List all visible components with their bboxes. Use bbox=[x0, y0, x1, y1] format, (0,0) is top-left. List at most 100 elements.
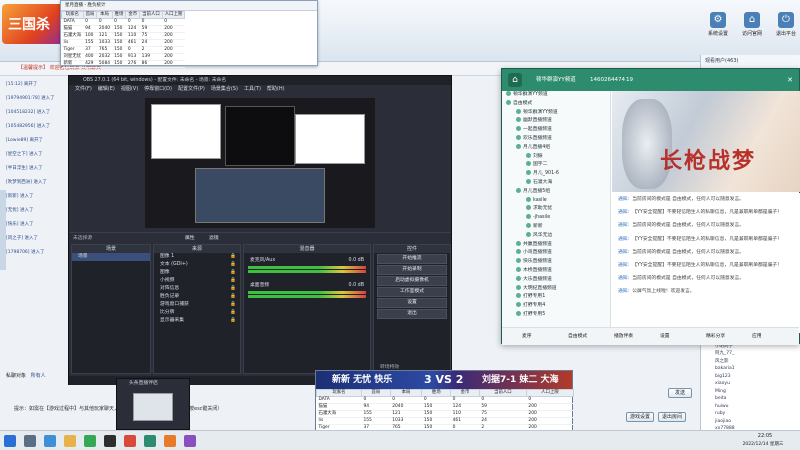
obs-menu-item[interactable]: 视图(V) bbox=[121, 86, 138, 92]
scenes-list[interactable]: 场景 bbox=[72, 253, 150, 261]
browser-icon[interactable] bbox=[44, 435, 56, 447]
mixer-channel[interactable]: 桌面音频 0.0 dB bbox=[244, 278, 370, 303]
source-item[interactable]: 小视频 🔒 bbox=[154, 277, 240, 285]
sources-list[interactable]: 图像 1 🔒 文本 (GDI+) 🔒 图像 🔒 小视频 🔒 对阵信息 🔒 胜负记录 🔒 游戏窗口捕获 🔒 比… bbox=[154, 253, 240, 325]
source-item[interactable]: 对阵信息 🔒 bbox=[154, 285, 240, 293]
channel-tree-item[interactable]: 大乐直播频道 bbox=[502, 275, 610, 285]
stats-window[interactable]: 星月直播 - 胜负统计 玩家名 首局 本局 胜场 金币 当前人口 人口上限 DATA 0 0 0 0 0… bbox=[60, 0, 318, 68]
viewer-item[interactable]: bakaria1 bbox=[701, 365, 800, 373]
channel-tree-item[interactable]: 月儿直播4组 bbox=[502, 143, 610, 153]
sources-panel[interactable]: 来源 图像 1 🔒 文本 (GDI+) 🔒 图像 🔒 小视频 🔒 对阵信息 🔒 胜负记录 🔒 游戏窗口捕… bbox=[153, 244, 241, 374]
source-item[interactable]: 胜负记录 🔒 bbox=[154, 293, 240, 301]
channel-tree-item[interactable]: 一起直播频道 bbox=[502, 126, 610, 135]
channel-tree-item[interactable]: 求助无忧 bbox=[502, 205, 610, 214]
yy-channel-tree[interactable]: 顿华群演YY频道 自由模式 顿华群演YY频道 幽默直播频道 一起直播频道 欢乐直播频道 月儿… bbox=[502, 91, 611, 331]
yy-bottom-item[interactable]: 麦序 bbox=[522, 328, 532, 346]
source-item[interactable]: 游戏窗口捕获 🔒 bbox=[154, 301, 240, 309]
channel-tree-item[interactable]: 月儿直播5组 bbox=[502, 187, 610, 197]
source-item[interactable]: 图像 1 🔒 bbox=[154, 253, 240, 261]
channel-tree-item[interactable]: 大明纪直播频道 bbox=[502, 284, 610, 294]
obs-menu-item[interactable]: 停靠窗口(D) bbox=[144, 86, 172, 92]
channel-tree-item[interactable]: 欢乐直播频道 bbox=[502, 134, 610, 144]
viewer-item[interactable]: big123 bbox=[701, 373, 800, 381]
obs-menu-item[interactable]: 配置文件(P) bbox=[178, 86, 205, 92]
channel-tree-item[interactable]: 顿华群演YY频道 bbox=[502, 108, 610, 118]
channel-tree-item[interactable]: -jhasile bbox=[502, 214, 610, 223]
yy-bottom-item[interactable]: 精彩分享 bbox=[706, 328, 725, 346]
yy-bottom-item[interactable]: 自由模式 bbox=[568, 328, 587, 346]
channel-tree-item[interactable]: 顿华群演YY频道 bbox=[502, 91, 610, 100]
controls-panel[interactable]: 控件 开始推流 开始录制 启动虚拟摄像机 工作室模式 设置 退出 转场特效 bbox=[373, 244, 451, 374]
control-button[interactable]: 退出 bbox=[377, 309, 447, 319]
obs-menu-item[interactable]: 工具(T) bbox=[244, 86, 261, 92]
game-btn-2[interactable]: ⏻ 退出平台 bbox=[768, 8, 800, 54]
scene-item[interactable]: 场景 bbox=[72, 253, 150, 261]
obs-taskbar-icon[interactable] bbox=[104, 435, 116, 447]
viewer-item[interactable]: 风之影 bbox=[701, 358, 800, 366]
channel-tree-item[interactable]: 月儿_901-6 bbox=[502, 170, 610, 179]
clock-time[interactable]: 22:05 bbox=[735, 433, 795, 439]
game-settings-button[interactable]: 游戏设置 bbox=[626, 412, 654, 422]
lock-icon[interactable]: 🔒 bbox=[230, 293, 236, 301]
lock-icon[interactable]: 🔒 bbox=[230, 269, 236, 277]
start-icon[interactable] bbox=[4, 435, 16, 447]
lock-icon[interactable]: 🔒 bbox=[230, 309, 236, 317]
source-item[interactable]: 比分牌 🔒 bbox=[154, 309, 240, 317]
chat-target-value[interactable]: 所有人 bbox=[31, 373, 46, 379]
viewer-item[interactable]: huiwu bbox=[701, 403, 800, 411]
lock-icon[interactable]: 🔒 bbox=[230, 285, 236, 293]
viewer-item[interactable]: ruby bbox=[701, 410, 800, 418]
properties-button[interactable]: 属性 bbox=[185, 234, 195, 241]
lock-icon[interactable]: 🔒 bbox=[230, 317, 236, 325]
filters-button[interactable]: 滤镜 bbox=[209, 234, 219, 241]
channel-tree-item[interactable]: 幽默直播频道 bbox=[502, 117, 610, 126]
exit-room-button[interactable]: 退出房间 bbox=[658, 412, 686, 422]
viewer-item[interactable]: beita bbox=[701, 395, 800, 403]
obs-menu-item[interactable]: 帮助(H) bbox=[267, 86, 285, 92]
lock-icon[interactable]: 🔒 bbox=[230, 301, 236, 309]
controls-list[interactable]: 开始推流 开始录制 启动虚拟摄像机 工作室模式 设置 退出 bbox=[374, 254, 450, 319]
viewer-item[interactable]: xiaoyu bbox=[701, 380, 800, 388]
mixer-list[interactable]: 麦克风/Aux 0.0 dB 桌面音频 0.0 dB bbox=[244, 253, 370, 303]
obs-window[interactable]: OBS 27.0.1 (64 bit, windows) - 配置文件: 未命名… bbox=[68, 75, 452, 385]
yy-home-icon[interactable]: ⌂ bbox=[508, 73, 522, 87]
send-button[interactable]: 发送 bbox=[668, 388, 692, 398]
scenes-panel[interactable]: 场景 场景 bbox=[71, 244, 151, 374]
search-icon[interactable] bbox=[24, 435, 36, 447]
lock-icon[interactable]: 🔒 bbox=[230, 277, 236, 285]
mixer-panel[interactable]: 混音器 麦克风/Aux 0.0 dB 桌面音频 0.0 dB bbox=[243, 244, 371, 374]
channel-tree-item[interactable]: 小哥直播频道 bbox=[502, 249, 610, 258]
obs-menu-item[interactable]: 编辑(E) bbox=[98, 86, 115, 92]
chrome-icon[interactable] bbox=[84, 435, 96, 447]
yy-bottom-bar[interactable]: 麦序 自由模式 播放伴奏 设置 精彩分享 应用 bbox=[502, 327, 799, 345]
lock-icon[interactable]: 🔒 bbox=[230, 261, 236, 269]
channel-tree-item[interactable]: kasile bbox=[502, 196, 610, 206]
yy-bottom-item[interactable]: 设置 bbox=[660, 328, 670, 346]
obs-menubar[interactable]: 文件(F) 编辑(E) 视图(V) 停靠窗口(D) 配置文件(P) 场景集合(S) 工具(T… bbox=[69, 85, 451, 94]
lock-icon[interactable]: 🔒 bbox=[230, 253, 236, 261]
channel-tree-item[interactable]: 快乐直播频道 bbox=[502, 258, 610, 267]
yy-close-icon[interactable]: ✕ bbox=[787, 69, 793, 91]
viewer-item[interactable]: Ming bbox=[701, 388, 800, 396]
yy-bottom-item[interactable]: 播放伴奏 bbox=[614, 328, 633, 346]
viewer-item[interactable]: 阿九_77_ bbox=[701, 350, 800, 358]
game-btn-1[interactable]: ⌂ 访问官网 bbox=[734, 8, 770, 54]
yy-titlebar[interactable]: ⌂ 顿华群演YY频道 1460264474 19 ✕ bbox=[502, 69, 799, 91]
transitions-tab[interactable]: 转场特效 bbox=[380, 363, 399, 370]
source-item[interactable]: 显示器采集 🔒 bbox=[154, 317, 240, 325]
game-taskbar-icon[interactable] bbox=[164, 435, 176, 447]
control-button[interactable]: 工作室模式 bbox=[377, 287, 447, 297]
obs-preview-canvas[interactable] bbox=[145, 98, 375, 228]
channel-tree-item[interactable]: 自由模式 bbox=[502, 99, 610, 109]
control-button[interactable]: 设置 bbox=[377, 298, 447, 308]
yy-voice-window[interactable]: ⌂ 顿华群演YY频道 1460264474 19 ✕ 顿华群演YY频道 自由模式顿… bbox=[501, 68, 800, 345]
control-button[interactable]: 启动虚拟摄像机 bbox=[377, 276, 447, 286]
channel-tree-item[interactable]: 木桥直播频道 bbox=[502, 266, 610, 276]
control-button[interactable]: 开始推流 bbox=[377, 254, 447, 264]
channel-tree-item[interactable]: 打野专用1 bbox=[502, 293, 610, 302]
channel-tree-item[interactable]: 打野专用5 bbox=[502, 310, 610, 320]
live-companion-window[interactable]: 头条直播伴侣 bbox=[116, 378, 190, 430]
control-button[interactable]: 开始录制 bbox=[377, 265, 447, 275]
yy-taskbar-icon[interactable] bbox=[144, 435, 156, 447]
obs-menu-item[interactable]: 场景集合(S) bbox=[211, 86, 238, 92]
